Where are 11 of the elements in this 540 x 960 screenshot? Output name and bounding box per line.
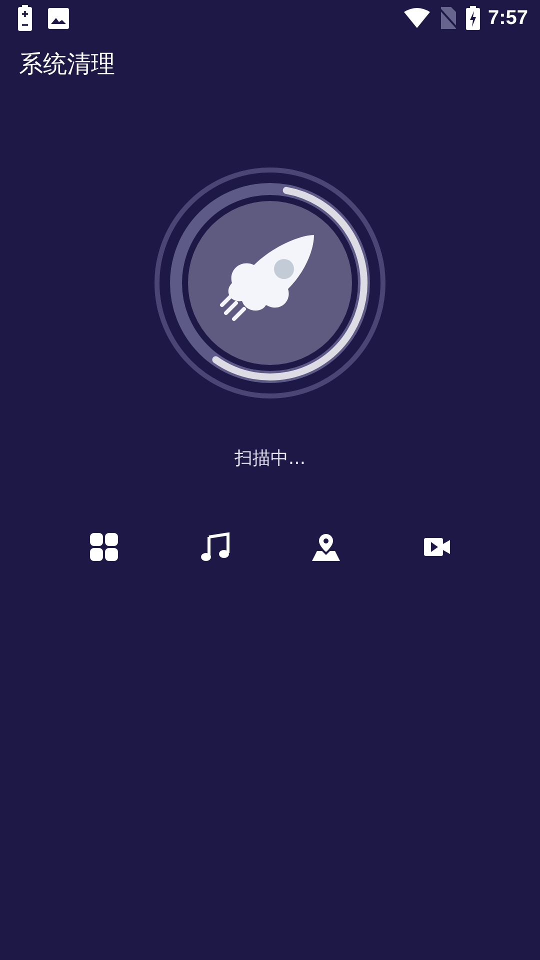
apps-icon[interactable]: [88, 532, 118, 562]
music-note-icon[interactable]: [200, 532, 230, 562]
status-time: 7:57: [488, 6, 528, 31]
wifi-icon: [404, 8, 430, 28]
scan-status: 扫描中...: [234, 448, 306, 469]
rocket-icon: [220, 234, 314, 321]
map-pin-icon[interactable]: [310, 532, 340, 562]
app-title: 系统清理: [19, 50, 115, 78]
battery-saver-icon: [18, 5, 32, 31]
image-icon: [48, 8, 69, 28]
battery-charging-icon: [466, 6, 480, 30]
